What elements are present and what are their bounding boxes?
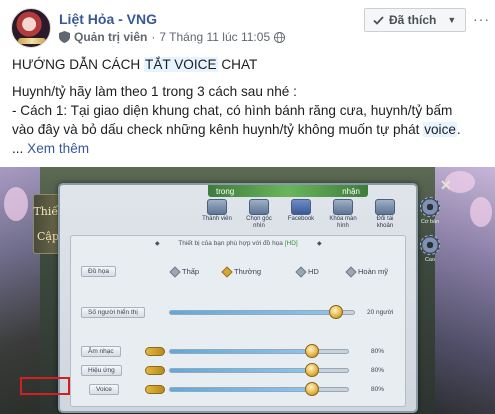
caret-down-icon: ▼ (447, 15, 457, 25)
post-line: - Cách 1: Tại giao diện khung chat, có h… (12, 103, 453, 118)
slider-fill (170, 311, 336, 314)
settings-body: ◆ Thiết bị của bạn phù hợp với đồ họa [H… (70, 235, 406, 407)
post-timestamp[interactable]: 7 Tháng 11 lúc 11:05 (159, 30, 270, 44)
settings-panel: trong nhận Thành viên Chọn góc nhìn Faceb… (58, 183, 418, 413)
slider-fill (170, 388, 313, 391)
slider-knob (305, 344, 320, 358)
shield-icon (59, 31, 70, 43)
players-value: 20 người (367, 309, 394, 316)
lock-screen-button: Khóa màn hình (326, 199, 360, 230)
post-line: vào đây và bỏ dấu check những kênh huynh… (12, 122, 461, 137)
music-slider (169, 344, 349, 358)
side-buttons: Cơ bản Cao (418, 197, 442, 263)
blossom-decoration (4, 187, 28, 221)
post-line: Huynh/tỷ hãy làm theo 1 trong 3 cách sau… (12, 84, 297, 99)
tab-text: Cập (36, 230, 60, 243)
advanced-settings-button: Cao (418, 235, 442, 263)
players-slider (169, 305, 355, 319)
panel-top-bar: trong nhận (208, 185, 368, 197)
post-line: HƯỚNG DẪN CÁCH TẮT VOICE CHAT (12, 57, 258, 72)
radio-diamond-icon (221, 265, 233, 278)
switch-account-button: Đổi tài khoản (368, 199, 402, 230)
music-label: Âm nhạc (81, 346, 121, 357)
voice-value: 80% (371, 386, 385, 393)
players-label: Số người hiển thị (81, 307, 145, 318)
music-toggle (145, 347, 165, 356)
page-avatar[interactable] (11, 8, 51, 48)
basic-settings-button: Cơ bản (418, 197, 442, 225)
radio-diamond-icon (345, 265, 357, 278)
graphics-option: HD (295, 265, 319, 278)
lock-icon (333, 199, 353, 215)
more-options-icon[interactable]: ··· (473, 11, 490, 27)
effects-value: 80% (371, 367, 385, 374)
effects-label: Hiệu ứng (81, 365, 122, 376)
liked-button-label: Đã thích (389, 13, 437, 27)
settings-toolbar: Thành viên Chọn góc nhìn Facebook Khóa m… (200, 199, 402, 230)
post-line: ... Xem thêm (12, 141, 90, 156)
see-more-link[interactable]: Xem thêm (27, 141, 89, 156)
graphics-option: Hoàn mỹ (345, 265, 388, 278)
blossom-decoration (470, 197, 492, 227)
view-angle-button: Chọn góc nhìn (242, 199, 276, 230)
voice-toggle (145, 385, 165, 394)
music-value: 80% (371, 348, 385, 355)
post-body: HƯỚNG DẪN CÁCH TẮT VOICE CHAT Huynh/tỷ h… (12, 55, 490, 158)
facebook-button: Facebook (284, 199, 318, 230)
post-image[interactable]: Thiết Cập trong nhận Thành viên Chọn góc … (0, 167, 495, 414)
diamond-mark-icon: ◆ (317, 241, 322, 247)
facebook-icon (291, 199, 311, 215)
checkmark-icon (373, 15, 384, 25)
slider-knob (305, 363, 320, 377)
effects-slider (169, 363, 349, 377)
switch-account-icon (375, 199, 395, 215)
role-label: Quản trị viên (74, 30, 148, 44)
effects-toggle (145, 366, 165, 375)
globe-icon (274, 31, 286, 43)
members-icon (207, 199, 227, 215)
voice-label: Voice (89, 384, 119, 395)
graphics-option: Thường (221, 265, 261, 278)
close-icon: ✕ (440, 177, 452, 193)
voice-highlight-box (20, 377, 70, 395)
radio-diamond-icon (169, 265, 181, 278)
gear-icon (420, 235, 440, 255)
gear-icon (420, 197, 440, 217)
post-meta: Quản trị viên · 7 Tháng 11 lúc 11:05 (59, 30, 286, 44)
graphics-label: Đồ họa (81, 266, 116, 277)
page-name-link[interactable]: Liệt Hỏa - VNG (59, 11, 157, 27)
device-hint: Thiết bị của bạn phù hợp với đồ họa [HD] (178, 240, 298, 247)
slider-fill (170, 350, 313, 353)
meta-separator: · (151, 30, 156, 44)
radio-diamond-icon (295, 265, 307, 278)
voice-slider (169, 382, 349, 396)
liked-button[interactable]: Đã thích ▼ (364, 8, 466, 32)
slider-knob (328, 305, 343, 319)
hashtag-highlight[interactable]: voice (423, 122, 457, 137)
slider-fill (170, 369, 313, 372)
slider-knob (305, 382, 320, 396)
graphics-option: Thấp (169, 265, 199, 278)
members-button: Thành viên (200, 199, 234, 230)
camera-icon (249, 199, 269, 215)
hashtag-highlight[interactable]: TẮT VOICE (144, 57, 218, 72)
